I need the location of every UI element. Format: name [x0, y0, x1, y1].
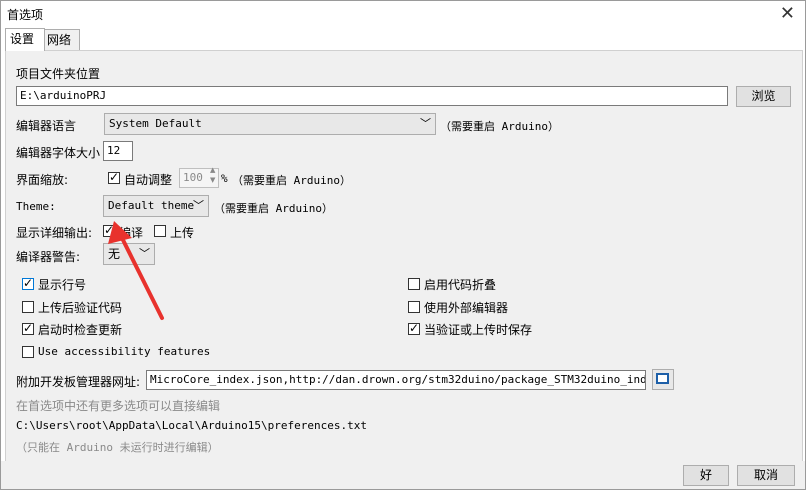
line-numbers-label: 显示行号	[38, 278, 87, 292]
verbose-upload-checkbox[interactable]	[154, 225, 166, 237]
save-on-verify-checkbox[interactable]	[408, 321, 420, 335]
edit-note-text: （只能在 Arduino 未运行时进行编辑）	[16, 441, 219, 454]
spin-down-icon: ▼	[210, 176, 216, 184]
window-title: 首选项	[7, 8, 44, 22]
theme-label: Theme:	[16, 200, 56, 213]
chevron-down-icon: ﹀	[420, 117, 431, 130]
line-numbers-checkbox[interactable]	[22, 276, 34, 290]
close-icon[interactable]: ✕	[780, 3, 795, 24]
accessibility-label: Use accessibility features	[38, 345, 211, 358]
editor-language-label: 编辑器语言	[16, 119, 77, 133]
verbose-compile-checkbox[interactable]	[103, 223, 115, 237]
compiler-warnings-label: 编译器警告:	[16, 250, 81, 264]
sketchbook-label: 项目文件夹位置	[16, 67, 101, 81]
compiler-warnings-value: 无	[108, 247, 121, 261]
board-urls-label: 附加开发板管理器网址:	[16, 375, 141, 389]
ok-button[interactable]: 好	[683, 465, 729, 486]
save-on-verify-label: 当验证或上传时保存	[424, 323, 533, 337]
verbose-compile-label: 编译	[119, 226, 144, 240]
title-bar: 首选项 ✕	[1, 1, 805, 27]
code-folding-checkbox[interactable]	[408, 278, 420, 290]
sketchbook-path-input[interactable]: E:\arduinoPRJ	[16, 86, 728, 106]
preferences-dialog: 首选项 ✕ 设置 网络 项目文件夹位置 E:\arduinoPRJ 浏览 编辑器…	[0, 0, 806, 490]
external-editor-checkbox[interactable]	[408, 301, 420, 313]
cancel-button[interactable]: 取消	[737, 465, 795, 486]
tab-network[interactable]: 网络	[42, 29, 80, 50]
editor-language-note: （需要重启 Arduino）	[440, 120, 559, 133]
dialog-footer: 好 取消	[1, 461, 805, 489]
board-urls-input[interactable]: MicroCore_index.json,http://dan.drown.or…	[146, 370, 646, 390]
editor-language-select[interactable]: System Default ﹀	[104, 113, 436, 135]
chevron-down-icon: ﹀	[139, 247, 150, 260]
editor-language-value: System Default	[109, 117, 202, 130]
auto-scale-checkbox[interactable]	[108, 170, 120, 184]
scale-value: 100	[183, 171, 203, 184]
tab-settings[interactable]: 设置	[5, 28, 45, 51]
verify-after-upload-label: 上传后验证代码	[38, 301, 123, 315]
chevron-down-icon: ﹀	[193, 199, 204, 212]
verify-after-upload-checkbox[interactable]	[22, 301, 34, 313]
auto-scale-label: 自动调整	[124, 173, 173, 187]
browse-button[interactable]: 浏览	[736, 86, 791, 107]
accessibility-checkbox[interactable]	[22, 346, 34, 358]
scale-label: 界面缩放:	[16, 173, 69, 187]
external-editor-label: 使用外部编辑器	[424, 301, 509, 315]
verbose-label: 显示详细输出:	[16, 226, 93, 240]
font-size-label: 编辑器字体大小	[16, 146, 101, 160]
verbose-upload-label: 上传	[170, 226, 195, 240]
window-icon	[656, 373, 669, 384]
compiler-warnings-select[interactable]: 无 ﹀	[103, 243, 155, 265]
theme-value: Default theme	[108, 199, 195, 212]
preferences-path-text: C:\Users\root\AppData\Local\Arduino15\pr…	[16, 419, 367, 432]
check-updates-label: 启动时检查更新	[38, 323, 123, 337]
more-options-text: 在首选项中还有更多选项可以直接编辑	[16, 399, 221, 413]
check-updates-checkbox[interactable]	[22, 321, 34, 335]
edit-urls-button[interactable]	[652, 369, 674, 390]
scale-unit: %	[221, 172, 228, 185]
theme-note: （需要重启 Arduino）	[214, 202, 333, 215]
settings-panel: 项目文件夹位置 E:\arduinoPRJ 浏览 编辑器语言 System De…	[5, 50, 803, 462]
font-size-input[interactable]: 12	[103, 141, 133, 161]
theme-select[interactable]: Default theme ﹀	[103, 195, 209, 217]
spin-up-icon: ▲	[210, 166, 216, 174]
code-folding-label: 启用代码折叠	[424, 278, 497, 292]
scale-note: （需要重启 Arduino）	[232, 174, 351, 187]
